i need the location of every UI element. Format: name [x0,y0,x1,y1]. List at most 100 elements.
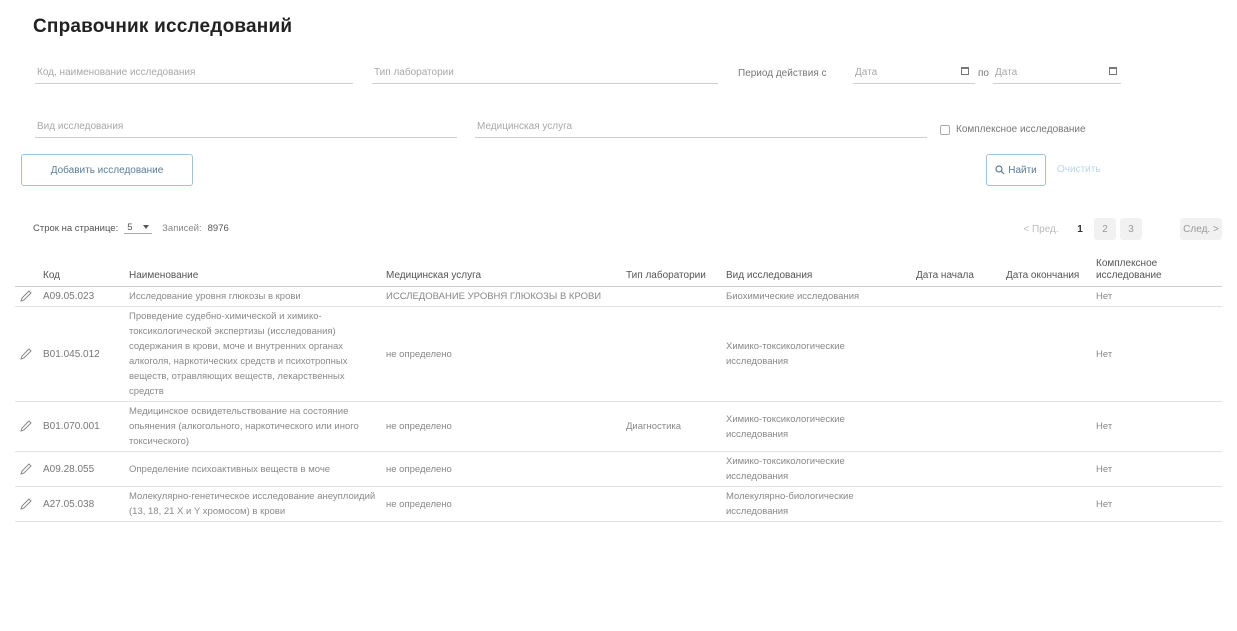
date-to-label: по [978,68,989,79]
cell-lab [622,451,722,487]
edit-column-header [15,254,39,287]
table-row[interactable]: A27.05.038 Молекулярно-генетическое иссле… [15,486,1222,522]
lab-type-field[interactable] [372,61,718,84]
complex-study-checkbox-row[interactable]: Комплексное исследование [940,124,1086,135]
prev-page-button[interactable]: < Пред. [1021,218,1061,240]
cell-name: Проведение судебно-химической и химико-т… [125,306,382,402]
cell-lab [622,486,722,522]
table-body: A09.05.023 Исследование уровня глюкозы в … [15,286,1222,522]
date-from-field[interactable] [853,61,975,84]
cell-complex: Нет [1092,486,1222,522]
rows-per-page-bar: Строк на странице: 5 Записей: 8976 [33,222,229,234]
edit-cell [15,306,39,402]
edit-cell [15,286,39,307]
cell-end [1002,401,1092,452]
records-count: 8976 [207,222,229,234]
table-row[interactable]: A09.05.023 Исследование уровня глюкозы в … [15,286,1222,307]
add-study-button[interactable]: Добавить исследование [21,154,193,186]
calendar-icon[interactable] [961,67,969,75]
cell-start [912,306,1002,402]
cell-start [912,401,1002,452]
cell-service: не определено [382,451,622,487]
clear-link[interactable]: Очистить [1057,164,1101,175]
cell-code: A09.28.055 [39,451,125,487]
cell-name: Определение психоактивных веществ в моче [125,451,382,487]
cell-lab [622,306,722,402]
cell-service: не определено [382,306,622,402]
cell-service: не определено [382,486,622,522]
complex-study-checkbox[interactable] [940,124,950,135]
date-to-field[interactable] [993,61,1121,84]
next-page-button[interactable]: След. > [1180,218,1222,240]
cell-code: B01.070.001 [39,401,125,452]
code-name-search-field[interactable] [35,61,353,84]
column-header-name[interactable]: Наименование [125,254,382,287]
edit-cell [15,451,39,487]
cell-complex: Нет [1092,306,1222,402]
edit-cell [15,486,39,522]
med-service-field[interactable] [475,115,927,138]
cell-type: Химико-токсикологические исследования [722,306,912,402]
cell-end [1002,286,1092,307]
cell-service: не определено [382,401,622,452]
find-button[interactable]: Найти [986,154,1046,186]
cell-type: Биохимические исследования [722,286,912,307]
cell-code: A09.05.023 [39,286,125,307]
study-type-field[interactable] [35,115,457,138]
studies-table: Код Наименование Медицинская услуга Тип … [15,254,1222,522]
cell-complex: Нет [1092,401,1222,452]
column-header-start[interactable]: Дата начала [912,254,1002,287]
cell-start [912,486,1002,522]
cell-code: A27.05.038 [39,486,125,522]
cell-code: B01.045.012 [39,306,125,402]
pencil-icon[interactable] [19,289,33,303]
cell-start [912,286,1002,307]
cell-type: Химико-токсикологические исследования [722,401,912,452]
study-type-input[interactable] [35,115,457,137]
column-header-lab[interactable]: Тип лаборатории [622,254,722,287]
pencil-icon[interactable] [19,347,33,361]
lab-type-input[interactable] [372,61,718,83]
cell-end [1002,451,1092,487]
table-row[interactable]: B01.045.012 Проведение судебно-химической… [15,306,1222,402]
cell-end [1002,306,1092,402]
code-name-search-input[interactable] [35,61,353,83]
date-from-input[interactable] [853,61,975,83]
cell-lab: Диагностика [622,401,722,452]
cell-complex: Нет [1092,451,1222,487]
cell-lab [622,286,722,307]
rows-per-page-select[interactable]: 5 [124,222,153,234]
edit-cell [15,401,39,452]
table-row[interactable]: A09.28.055 Определение психоактивных веще… [15,451,1222,487]
rows-per-page-label: Строк на странице: [33,222,119,234]
page-title: Справочник исследований [33,16,293,37]
column-header-end[interactable]: Дата окончания [1002,254,1092,287]
table-header-row: Код Наименование Медицинская услуга Тип … [15,254,1222,287]
page-button-1[interactable]: 1 [1069,218,1091,240]
column-header-type[interactable]: Вид исследования [722,254,912,287]
search-icon [995,165,1005,175]
cell-type: Химико-токсикологические исследования [722,451,912,487]
cell-end [1002,486,1092,522]
cell-name: Медицинское освидетельствование на состо… [125,401,382,452]
page-button-2[interactable]: 2 [1094,218,1116,240]
med-service-input[interactable] [475,115,927,137]
pencil-icon[interactable] [19,462,33,476]
table-row[interactable]: B01.070.001 Медицинское освидетельствован… [15,401,1222,452]
complex-study-label: Комплексное исследование [956,124,1086,135]
date-to-input[interactable] [993,61,1121,83]
cell-complex: Нет [1092,286,1222,307]
find-button-label: Найти [1008,164,1037,176]
cell-type: Молекулярно-биологические исследования [722,486,912,522]
cell-start [912,451,1002,487]
calendar-icon[interactable] [1109,67,1117,75]
dropdown-arrow-icon [143,225,150,230]
column-header-service[interactable]: Медицинская услуга [382,254,622,287]
page-button-3[interactable]: 3 [1120,218,1142,240]
cell-name: Молекулярно-генетическое исследование ан… [125,486,382,522]
period-label: Период действия с [738,68,827,79]
pencil-icon[interactable] [19,497,33,511]
column-header-code[interactable]: Код [39,254,125,287]
column-header-complex[interactable]: Комплексное исследование [1092,254,1222,287]
pencil-icon[interactable] [19,419,33,433]
